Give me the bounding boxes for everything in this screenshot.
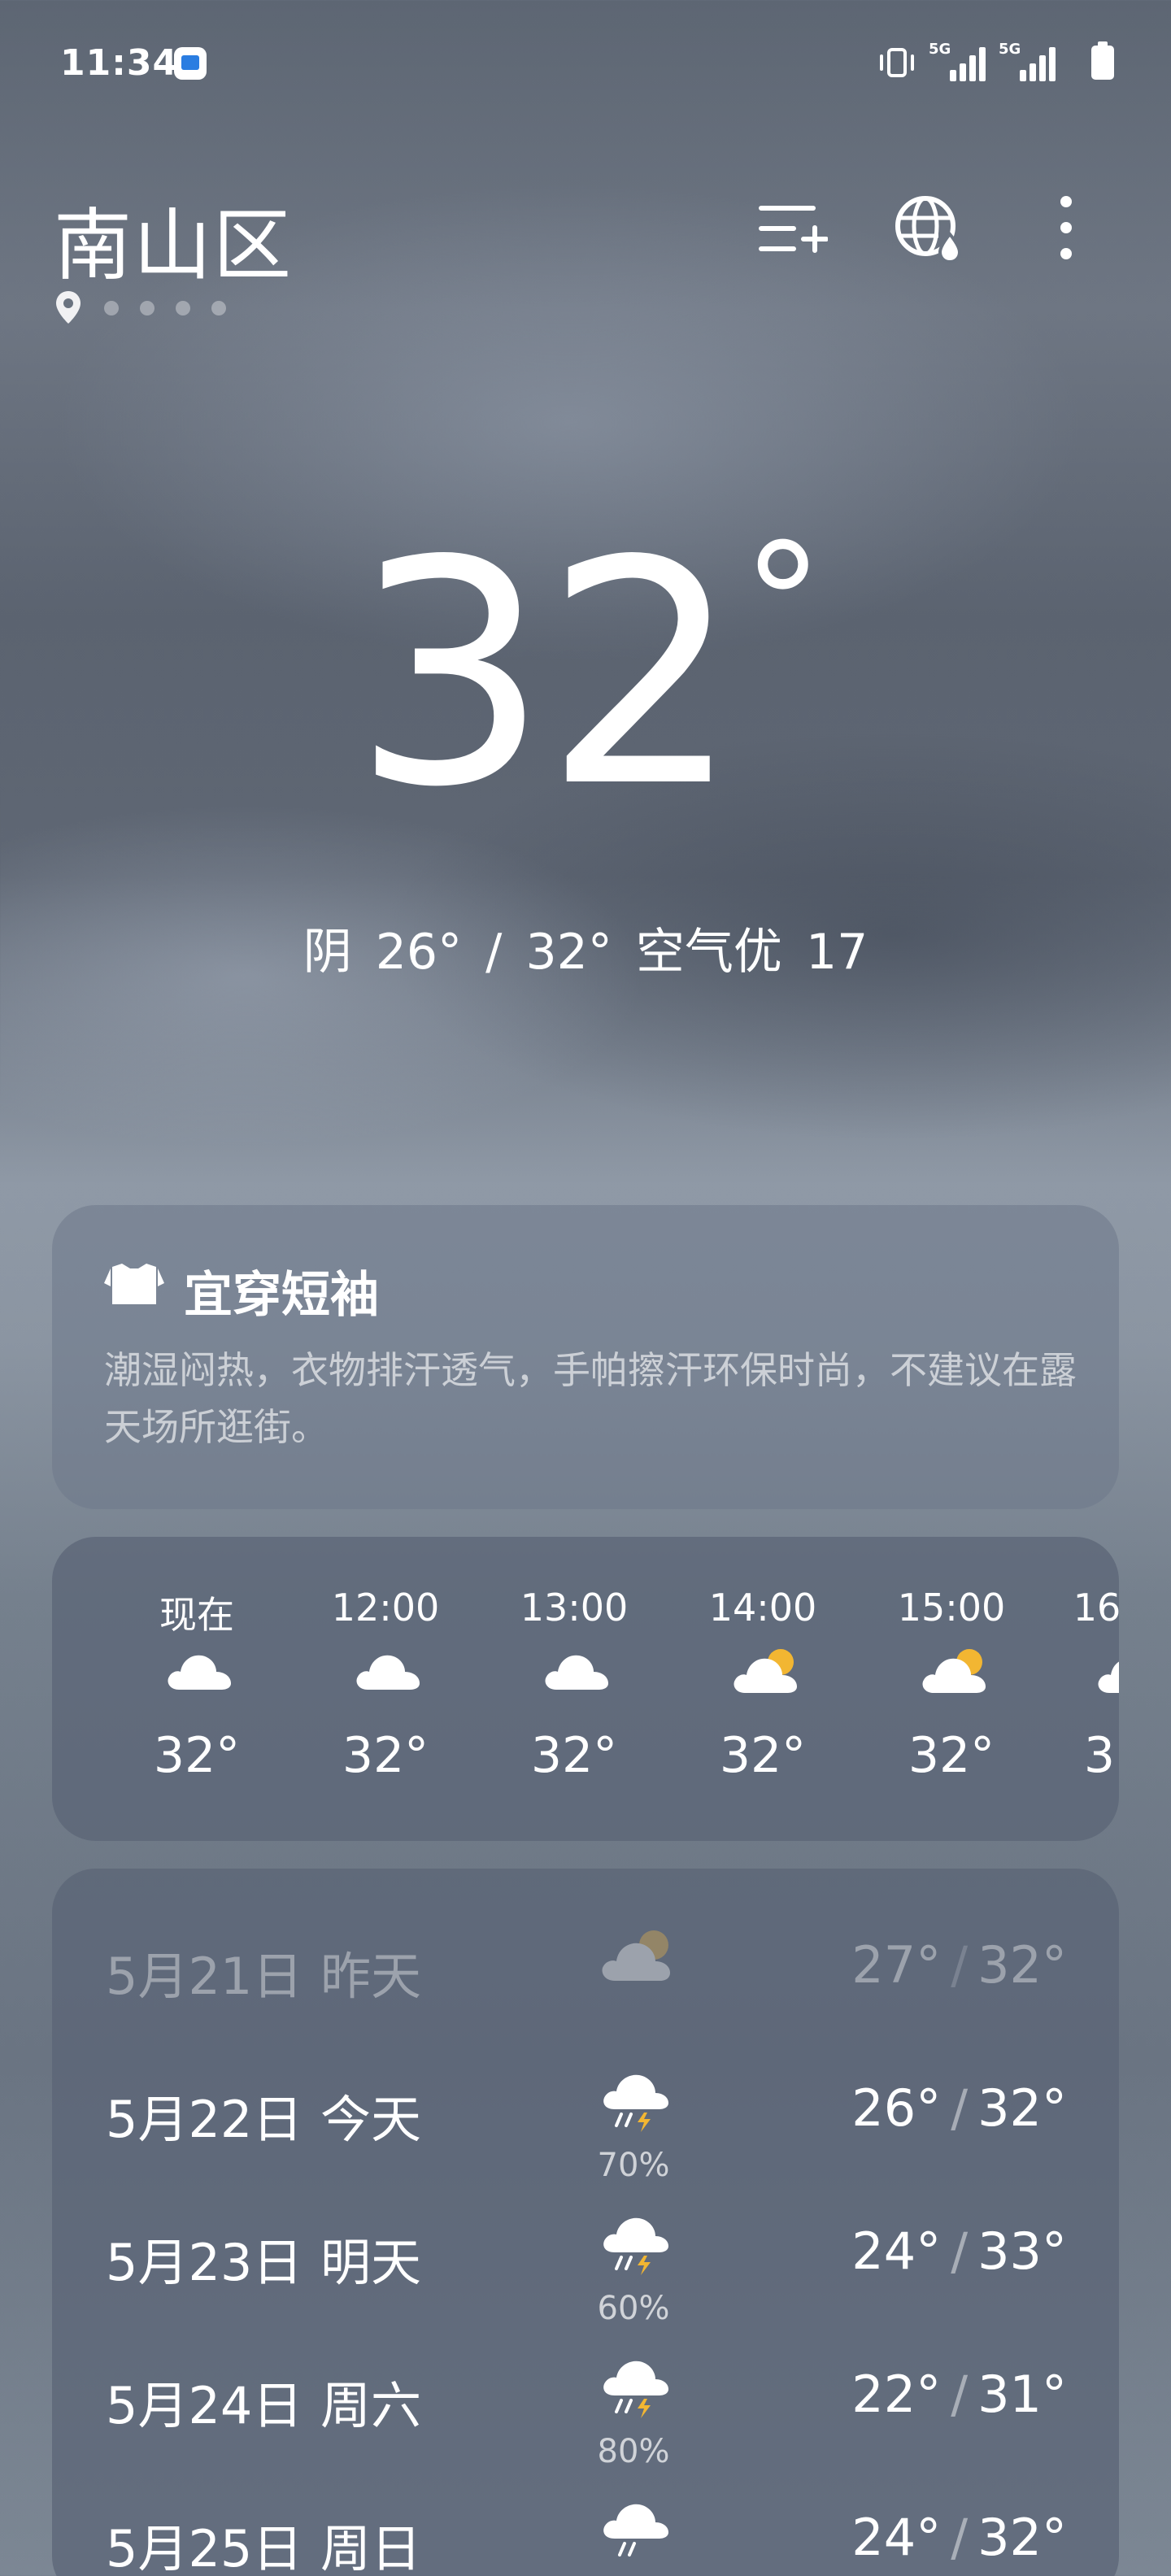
daily-forecast-card[interactable]: 5月21日 昨天 27°/32° 5月22日 今天 70% 26°/32° 5月…	[52, 1869, 1119, 2576]
location-pin-icon	[56, 291, 81, 324]
day-temps: 26°/32°	[851, 2078, 1067, 2138]
signal-icon: 5G	[929, 41, 986, 81]
hourly-forecast-card[interactable]: 现在 32° 12:00 32° 13:00 32° 14:00 32° 15:…	[52, 1537, 1119, 1841]
shirt-icon	[104, 1264, 164, 1304]
globe-weather-icon[interactable]	[893, 192, 966, 265]
hourly-item: 14:00 32°	[690, 1537, 836, 1841]
page-dot	[176, 301, 190, 315]
day-low: 24°	[851, 2221, 942, 2281]
hourly-list[interactable]: 现在 32° 12:00 32° 13:00 32° 14:00 32° 15:…	[52, 1537, 1119, 1841]
thunderstorm-icon	[603, 2217, 668, 2275]
status-icons: 5G 5G	[878, 41, 1114, 83]
precip-chance: 60%	[597, 2290, 670, 2327]
hour-temp: 32°	[908, 1727, 995, 1784]
hour-time: 14:00	[708, 1586, 817, 1630]
daily-row[interactable]: 5月22日 今天 70% 26°/32°	[52, 2074, 1119, 2217]
day-high: 33°	[977, 2221, 1067, 2281]
vibrate-icon	[880, 48, 914, 77]
current-summary: 阴 26° / 32° 空气优 17	[303, 924, 868, 981]
precip-chance: 80%	[597, 2433, 670, 2470]
day-date: 5月24日	[106, 2376, 303, 2435]
status-time: 11:34	[60, 42, 179, 84]
hour-temp: 32°	[342, 1727, 429, 1784]
battery-icon	[1091, 41, 1114, 80]
signal-icon: 5G	[999, 41, 1056, 81]
day-temps: 27°/32°	[851, 1935, 1067, 1995]
day-high: 31°	[977, 2365, 1067, 2424]
hourly-item: 16:00 31°	[1054, 1537, 1119, 1841]
clothing-title: 宜穿短袖	[184, 1267, 379, 1324]
day-name: 周日	[320, 2519, 422, 2576]
partly-sunny-icon	[1098, 1661, 1119, 1693]
day-low: 22°	[851, 2365, 942, 2424]
daily-row[interactable]: 5月21日 昨天 27°/32°	[52, 1930, 1119, 2073]
day-date: 5月23日	[106, 2233, 303, 2292]
page-dot	[211, 301, 226, 315]
partly-sunny-icon	[922, 1649, 986, 1693]
cloudy-icon	[545, 1655, 608, 1690]
thunderstorm-icon	[603, 2361, 668, 2418]
partly-sunny-icon	[602, 1930, 670, 1981]
hour-temp: 32°	[719, 1727, 807, 1784]
daily-row[interactable]: 5月24日 周六 80% 22°/31°	[52, 2361, 1119, 2503]
hourly-item: 12:00 32°	[312, 1537, 459, 1841]
hourly-item: 15:00 32°	[878, 1537, 1025, 1841]
cloudy-icon	[168, 1655, 231, 1690]
app-notification-icon	[174, 47, 207, 80]
city-name[interactable]: 南山区	[54, 182, 293, 295]
signal-label: 5G	[929, 41, 951, 58]
current-temperature-value: 32	[352, 494, 741, 855]
clothing-description: 潮湿闷热，衣物排汗透气，手帕擦汗环保时尚，不建议在露天场所逛街。	[104, 1348, 1077, 1449]
hour-time: 15:00	[897, 1586, 1006, 1630]
city-list-add-icon[interactable]	[755, 192, 828, 265]
day-name: 今天	[320, 2090, 422, 2149]
partly-sunny-icon	[734, 1649, 797, 1693]
rain-icon	[603, 2504, 668, 2556]
hour-time: 13:00	[520, 1586, 629, 1630]
hour-time: 16:00	[1073, 1586, 1119, 1630]
hour-temp: 32°	[153, 1727, 241, 1784]
day-temps: 24°/33°	[851, 2221, 1067, 2281]
thunderstorm-icon	[603, 2074, 668, 2132]
daily-row[interactable]: 5月25日 周日 24°/32°	[52, 2504, 1119, 2576]
clothing-card[interactable]: 宜穿短袖 潮湿闷热，衣物排汗透气，手帕擦汗环保时尚，不建议在露天场所逛街。	[52, 1205, 1119, 1509]
day-high: 32°	[977, 1935, 1067, 1995]
day-temps: 24°/32°	[851, 2508, 1067, 2567]
day-high: 32°	[977, 2508, 1067, 2567]
day-name: 昨天	[320, 1947, 422, 2006]
hour-time: 12:00	[331, 1586, 440, 1630]
status-bar: 11:34 5G 5G	[0, 0, 1171, 130]
day-high: 32°	[977, 2078, 1067, 2138]
day-low: 27°	[851, 1935, 942, 1995]
hour-time: 现在	[159, 1593, 234, 1637]
page-indicator	[54, 289, 249, 325]
hourly-item: 13:00 32°	[501, 1537, 647, 1841]
day-date: 5月21日	[106, 1947, 303, 2006]
signal-label: 5G	[999, 41, 1021, 58]
page-dot	[140, 301, 155, 315]
day-date: 5月22日	[106, 2090, 303, 2149]
day-name: 周六	[320, 2376, 422, 2435]
day-low: 26°	[851, 2078, 942, 2138]
more-menu-icon[interactable]	[1030, 192, 1103, 265]
day-date: 5月25日	[106, 2519, 303, 2576]
day-name: 明天	[320, 2233, 422, 2292]
day-low: 24°	[851, 2508, 942, 2567]
hour-temp: 31°	[1083, 1727, 1119, 1784]
hourly-item: 现在 32°	[124, 1537, 270, 1841]
daily-row[interactable]: 5月23日 明天 60% 24°/33°	[52, 2217, 1119, 2360]
current-temperature: 32°	[0, 520, 1171, 829]
cloudy-icon	[356, 1655, 420, 1690]
hour-temp: 32°	[530, 1727, 618, 1784]
page-dot	[104, 301, 119, 315]
precip-chance: 70%	[597, 2147, 670, 2184]
day-temps: 22°/31°	[851, 2365, 1067, 2424]
degree-symbol: °	[742, 509, 824, 698]
